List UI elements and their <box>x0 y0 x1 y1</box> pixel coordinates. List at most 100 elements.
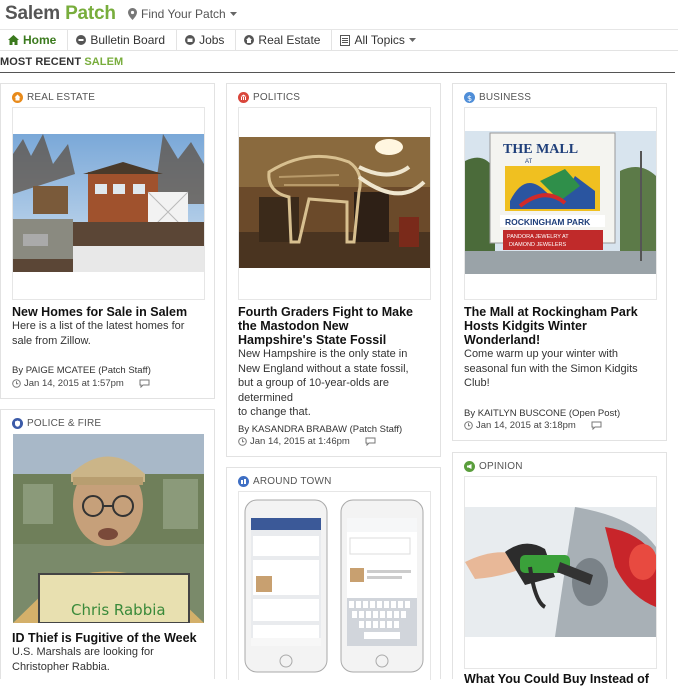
top-bar: Salem Patch Find Your Patch <box>0 0 678 30</box>
summary-line: Christopher Rabbia. <box>12 660 110 673</box>
dollar-icon: $ <box>464 92 475 103</box>
article-meta: Jan 14, 2015 at 1:46pm <box>238 436 376 447</box>
comment-icon[interactable] <box>365 437 376 446</box>
category-label[interactable]: POLITICS <box>238 92 300 103</box>
section-town: SALEM <box>84 56 124 68</box>
clock-icon <box>464 421 473 430</box>
headline-line: the Mastodon New <box>238 319 349 333</box>
article-image[interactable] <box>13 134 204 272</box>
clock-icon <box>238 437 247 446</box>
summary-line: but a group of 10-year-olds are determin… <box>238 377 390 404</box>
byline-prefix: By <box>464 408 476 419</box>
megaphone-icon <box>464 461 475 472</box>
category-name: POLITICS <box>253 92 301 103</box>
nav-home[interactable]: Home <box>0 29 69 51</box>
article-byline: By KASANDRA BRABAW (Patch Staff) <box>238 424 402 435</box>
jobs-icon <box>185 35 196 45</box>
summary-line: U.S. Marshals are looking for <box>12 646 154 658</box>
article-summary: Come warm up your winter with seasonal f… <box>464 347 664 391</box>
article-card-around-town[interactable]: AROUND TOWN <box>226 467 441 680</box>
comment-icon[interactable] <box>139 379 150 388</box>
article-image[interactable] <box>239 498 430 680</box>
byline-prefix: By <box>238 424 250 435</box>
article-meta: Jan 14, 2015 at 1:57pm <box>12 378 150 389</box>
category-label[interactable]: OPINION <box>464 461 523 472</box>
patch-logo[interactable]: Salem Patch <box>5 3 116 25</box>
article-image[interactable]: Chris Rabbia <box>13 434 204 623</box>
headline-line: Fourth Graders Fight to Make <box>238 305 414 319</box>
article-headline[interactable]: What You Could Buy Instead of <box>464 672 664 686</box>
category-name: OPINION <box>479 461 523 472</box>
summary-line: Club! <box>464 377 490 389</box>
sign-the-mall: THE MALL <box>503 142 578 157</box>
author-name[interactable]: KASANDRA BRABAW <box>252 424 347 435</box>
clock-icon <box>12 379 21 388</box>
article-image[interactable]: THE MALL AT ROCKINGHAM PARK PANDORA JEWE… <box>465 131 656 274</box>
find-your-patch-label: Find Your Patch <box>141 7 226 21</box>
comment-icon[interactable] <box>591 421 602 430</box>
headline-line: Wonderland! <box>464 333 541 347</box>
article-summary: New Hampshire is the only state in New E… <box>238 347 438 420</box>
summary-line: sale from Zillow. <box>12 334 91 347</box>
headline-line: Hosts Kidgits Winter <box>464 319 587 333</box>
article-meta: Jan 14, 2015 at 3:18pm <box>464 420 602 431</box>
category-name: POLICE & FIRE <box>27 418 102 429</box>
category-name: AROUND TOWN <box>253 476 332 487</box>
nav-all-topics[interactable]: All Topics <box>332 30 426 51</box>
nav-real-estate-label: Real Estate <box>258 33 321 47</box>
bulletin-icon <box>76 35 87 45</box>
headline-line: Hampshire's State Fossil <box>238 333 387 347</box>
location-pin-icon <box>128 8 137 20</box>
sign-pandora-line2: DIAMOND JEWELERS <box>509 242 566 248</box>
find-your-patch-dropdown[interactable]: Find Your Patch <box>128 7 237 21</box>
author-role: (Patch Staff) <box>98 365 151 376</box>
article-headline[interactable]: ID Thief is Fugitive of the Week <box>12 631 212 645</box>
nav-all-topics-label: All Topics <box>354 33 405 47</box>
category-label[interactable]: $ BUSINESS <box>464 92 531 103</box>
article-headline[interactable]: The Mall at Rockingham Park Hosts Kidgit… <box>464 305 664 347</box>
nav-home-label: Home <box>23 33 57 47</box>
article-card-police-fire[interactable]: POLICE & FIRE Chris Rabbia ID Thief is F… <box>0 409 215 679</box>
sign-pandora-line1: PANDORA JEWELRY AT <box>507 234 569 240</box>
article-summary: Here is a list of the latest homes for s… <box>12 319 207 348</box>
summary-line: seasonal fun with the Simon Kidgits <box>464 362 638 375</box>
home-icon <box>8 35 19 45</box>
placard-text: Chris Rabbia <box>71 601 166 619</box>
article-image[interactable] <box>239 137 430 268</box>
author-name[interactable]: KAITLYN BUSCONE <box>478 408 567 419</box>
article-summary: U.S. Marshals are looking for Christophe… <box>12 645 212 674</box>
category-label[interactable]: POLICE & FIRE <box>12 418 101 429</box>
category-label[interactable]: AROUND TOWN <box>238 476 332 487</box>
article-card-real-estate[interactable]: REAL ESTATE New Homes for Sale in Salem … <box>0 83 215 399</box>
category-name: REAL ESTATE <box>27 92 96 103</box>
article-headline[interactable]: Fourth Graders Fight to Make the Mastodo… <box>238 305 438 347</box>
article-card-politics[interactable]: POLITICS Fourth Graders Fight to Make th… <box>226 83 441 457</box>
summary-line: New England without a state fossil, <box>238 362 409 375</box>
article-timestamp: Jan 14, 2015 at 3:18pm <box>476 420 576 431</box>
caret-down-icon <box>408 37 416 42</box>
article-card-business[interactable]: $ BUSINESS THE MALL AT ROCKINGHAM PARK P… <box>452 83 667 441</box>
category-label[interactable]: REAL ESTATE <box>12 92 95 103</box>
nav-jobs[interactable]: Jobs <box>177 29 237 51</box>
section-heading: MOST RECENT SALEM <box>0 56 123 68</box>
summary-line: New Hampshire is the only state in <box>238 348 408 360</box>
article-headline[interactable]: New Homes for Sale in Salem <box>12 305 207 319</box>
article-image[interactable] <box>465 507 656 637</box>
author-role: (Open Post) <box>568 408 621 419</box>
article-card-opinion[interactable]: OPINION What You Could Buy Instead of <box>452 452 667 686</box>
nav-bulletin-board[interactable]: Bulletin Board <box>68 29 178 51</box>
sign-rockingham: ROCKINGHAM PARK <box>505 217 591 227</box>
real-estate-icon <box>244 35 255 45</box>
author-name[interactable]: PAIGE MCATEE <box>26 365 96 376</box>
nav-real-estate[interactable]: Real Estate <box>236 29 333 51</box>
author-role: (Patch Staff) <box>349 424 403 435</box>
main-nav: Home Bulletin Board Jobs Real Estate All… <box>0 29 678 51</box>
headline-line: The Mall at Rockingham Park <box>464 305 638 319</box>
summary-line: Here is a list of the latest homes for <box>12 320 185 332</box>
logo-brand: Patch <box>65 3 116 24</box>
list-icon <box>340 34 351 46</box>
article-timestamp: Jan 14, 2015 at 1:46pm <box>250 436 350 447</box>
logo-town: Salem <box>5 3 60 24</box>
article-timestamp: Jan 14, 2015 at 1:57pm <box>24 378 124 389</box>
summary-line: to change that. <box>238 406 311 418</box>
